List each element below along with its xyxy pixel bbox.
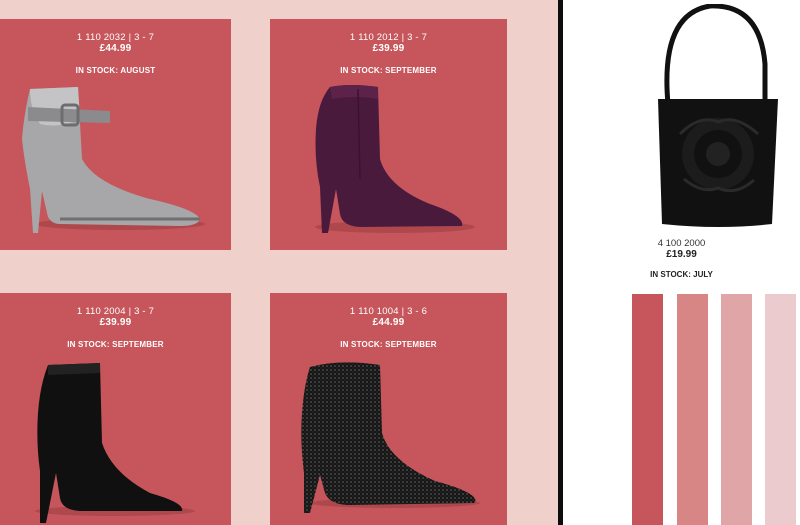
color-swatch-4 [765,294,796,525]
black-diamante-boot-image [301,362,480,513]
product-card-black-suede-boot[interactable]: 1 110 2004 | 3 - 7 £39.99 IN STOCK: SEPT… [0,293,231,525]
color-swatch-3 [721,294,752,525]
product-card-black-diamante-boot[interactable]: 1 110 1004 | 3 - 6 £44.99 IN STOCK: SEPT… [270,293,507,525]
black-suede-boot-image [35,363,195,523]
color-swatch-2 [677,294,708,525]
black-rose-handbag-image [658,4,778,227]
burgundy-boot-image [315,85,475,233]
product-card-silver-boot[interactable]: 1 110 2032 | 3 - 7 £44.99 IN STOCK: AUGU… [0,19,231,250]
page-divider [558,0,563,525]
product-card-burgundy-boot[interactable]: 1 110 2012 | 3 - 7 £39.99 IN STOCK: SEPT… [270,19,507,250]
bag-stock-status: IN STOCK: JULY [650,270,713,279]
bag-product-code: 4 100 2000 [657,238,706,249]
bag-price: £19.99 [666,249,697,260]
color-swatch-1 [632,294,663,525]
silver-boot-image [22,87,205,233]
